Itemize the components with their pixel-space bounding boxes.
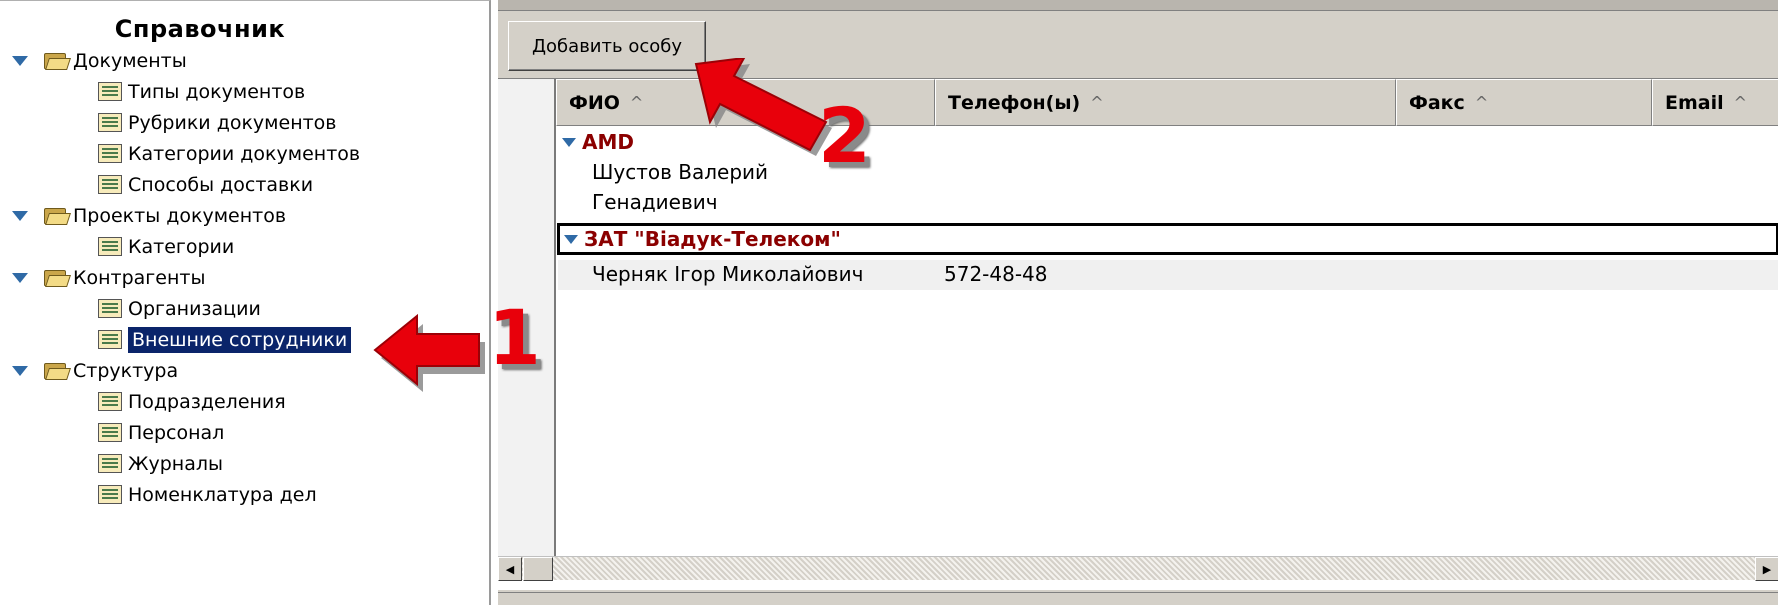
table-icon bbox=[98, 330, 122, 349]
group-name: AMD bbox=[582, 130, 634, 154]
tree-group-documents[interactable]: Документы bbox=[12, 45, 187, 76]
folder-open-icon bbox=[44, 51, 71, 70]
column-header-email[interactable]: Email ^ bbox=[1652, 79, 1778, 126]
table-icon bbox=[98, 82, 122, 101]
table-row[interactable]: Черняк Ігор Миколайович 572-48-48 bbox=[558, 260, 1778, 290]
panel-bottom-bar bbox=[498, 592, 1778, 605]
tree-item-label: Номенклатура дел bbox=[128, 483, 317, 506]
tree-item-label: Рубрики документов bbox=[128, 111, 337, 134]
table-icon bbox=[98, 392, 122, 411]
group-row-amd[interactable]: AMD bbox=[558, 128, 634, 156]
table-row[interactable]: Шустов Валерий Генадиевич bbox=[558, 160, 1778, 222]
tree-item-label: Типы документов bbox=[128, 80, 306, 103]
tree-item-label: Журналы bbox=[128, 452, 223, 475]
tree-item-label: Организации bbox=[128, 297, 261, 320]
expand-triangle-icon[interactable] bbox=[12, 272, 28, 283]
tree-group-label: Структура bbox=[73, 359, 179, 382]
tree-item-document-rubrics[interactable]: Рубрики документов bbox=[98, 107, 337, 138]
expand-triangle-icon[interactable] bbox=[12, 365, 28, 376]
sort-caret-icon: ^ bbox=[1474, 93, 1489, 112]
reference-tree-panel: Справочник Документы Типы документов Руб… bbox=[0, 0, 491, 605]
tree-item-label: Способы доставки bbox=[128, 173, 314, 196]
column-header-label: Email bbox=[1665, 91, 1724, 114]
tree-item-label: Категории документов bbox=[128, 142, 361, 165]
tree-item-journals[interactable]: Журналы bbox=[98, 448, 223, 479]
sort-caret-icon: ^ bbox=[1733, 93, 1748, 112]
add-person-button[interactable]: Добавить особу bbox=[508, 21, 706, 71]
tree-item-case-nomenclature[interactable]: Номенклатура дел bbox=[98, 479, 317, 510]
group-name: ЗАТ "Віадук-Телеком" bbox=[584, 227, 841, 251]
column-header-label: ФИО bbox=[569, 91, 620, 114]
tree-item-document-types[interactable]: Типы документов bbox=[98, 76, 305, 107]
horizontal-scrollbar[interactable]: ◀ ▶ bbox=[498, 556, 1778, 581]
tree-item-label: Подразделения bbox=[128, 390, 286, 413]
collapse-triangle-icon[interactable] bbox=[562, 137, 576, 147]
content-panel: Добавить особу ФИО ^ Телефон(ы) ^ Факс ^… bbox=[497, 0, 1778, 605]
column-header-label: Факс bbox=[1409, 91, 1465, 114]
table-icon bbox=[98, 237, 122, 256]
tree-item-label: Внешние сотрудники bbox=[128, 326, 352, 353]
tree-group-label: Контрагенты bbox=[73, 266, 206, 289]
table-icon bbox=[98, 175, 122, 194]
folder-open-icon bbox=[44, 206, 71, 225]
cell-fio-continued: Генадиевич bbox=[592, 190, 718, 214]
collapse-triangle-icon[interactable] bbox=[564, 234, 578, 244]
folder-open-icon bbox=[44, 361, 71, 380]
scroll-thumb[interactable] bbox=[523, 557, 553, 581]
tree-item-external-employees[interactable]: Внешние сотрудники bbox=[98, 324, 352, 355]
table-icon bbox=[98, 485, 122, 504]
table-icon bbox=[98, 454, 122, 473]
column-header-label: Телефон(ы) bbox=[948, 91, 1081, 114]
tree-group-label: Проекты документов bbox=[73, 204, 287, 227]
cell-phone: 572-48-48 bbox=[944, 262, 1048, 286]
callout-number-1: 1 bbox=[488, 293, 541, 382]
tree-item-organizations[interactable]: Организации bbox=[98, 293, 261, 324]
sort-caret-icon: ^ bbox=[1090, 93, 1104, 112]
group-row-viaduk-telecom[interactable]: ЗАТ "Віадук-Телеком" bbox=[557, 223, 1778, 255]
expand-triangle-icon[interactable] bbox=[12, 55, 28, 66]
tree-group-document-projects[interactable]: Проекты документов bbox=[12, 200, 286, 231]
cell-fio: Черняк Ігор Миколайович bbox=[592, 262, 864, 286]
tree-item-personnel[interactable]: Персонал bbox=[98, 417, 224, 448]
contacts-grid[interactable]: ФИО ^ Телефон(ы) ^ Факс ^ Email ^ AMD Шу… bbox=[498, 78, 1778, 590]
callout-number-2: 2 bbox=[818, 91, 871, 180]
tree-group-label: Документы bbox=[73, 49, 187, 72]
scroll-right-icon[interactable]: ▶ bbox=[1755, 557, 1778, 581]
tree-item-categories[interactable]: Категории bbox=[98, 231, 234, 262]
table-icon bbox=[98, 299, 122, 318]
table-icon bbox=[98, 144, 122, 163]
table-icon bbox=[98, 113, 122, 132]
sort-caret-icon: ^ bbox=[629, 93, 644, 112]
expand-triangle-icon[interactable] bbox=[12, 210, 28, 221]
table-icon bbox=[98, 423, 122, 442]
tree-item-departments[interactable]: Подразделения bbox=[98, 386, 286, 417]
column-header-fax[interactable]: Факс ^ bbox=[1396, 79, 1652, 126]
scroll-left-icon[interactable]: ◀ bbox=[498, 557, 522, 581]
tree-item-delivery-methods[interactable]: Способы доставки bbox=[98, 169, 313, 200]
callout-arrow-1-icon bbox=[373, 313, 485, 392]
tree-item-label: Категории bbox=[128, 235, 235, 258]
tree-item-label: Персонал bbox=[128, 421, 225, 444]
tree-group-structure[interactable]: Структура bbox=[12, 355, 178, 386]
folder-open-icon bbox=[44, 268, 71, 287]
tree-group-counterparties[interactable]: Контрагенты bbox=[12, 262, 205, 293]
panel-top-border bbox=[498, 0, 1778, 11]
tree-title: Справочник bbox=[114, 15, 286, 43]
column-header-phones[interactable]: Телефон(ы) ^ bbox=[935, 79, 1396, 126]
tree-item-document-categories[interactable]: Категории документов bbox=[98, 138, 360, 169]
